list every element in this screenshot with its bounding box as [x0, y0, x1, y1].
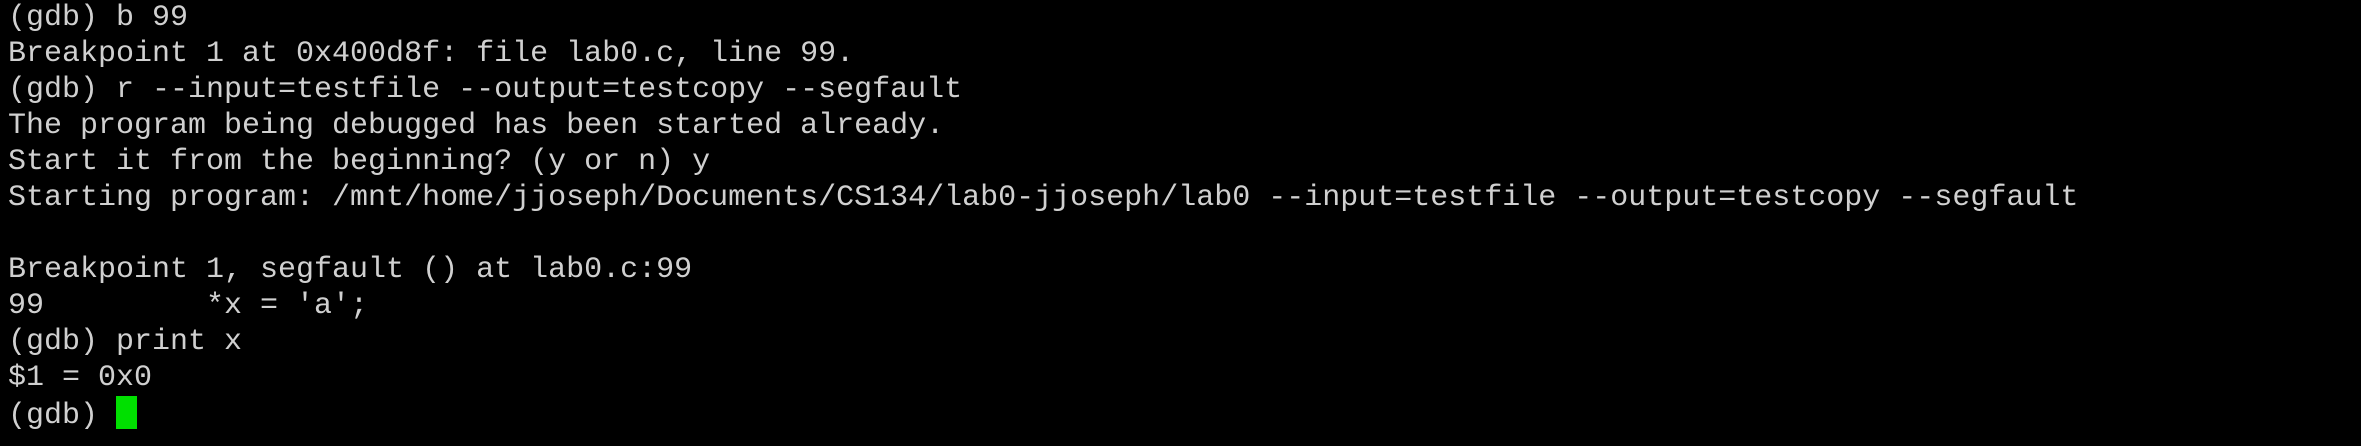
command-prompt-line[interactable]: (gdb) — [8, 396, 2361, 433]
terminal-line: Breakpoint 1, segfault () at lab0.c:99 — [8, 253, 693, 287]
terminal-line: (gdb) print x — [8, 325, 243, 359]
text-cursor[interactable] — [116, 396, 138, 429]
terminal-line: Starting program: /mnt/home/jjoseph/Docu… — [8, 181, 2079, 215]
terminal-line: 99 *x = 'a'; — [8, 289, 369, 323]
terminal-line: $1 = 0x0 — [8, 361, 153, 395]
terminal-line: (gdb) b 99 — [8, 1, 189, 35]
terminal-window[interactable]: (gdb) b 99 Breakpoint 1 at 0x400d8f: fil… — [0, 0, 2361, 446]
terminal-line: Start it from the beginning? (y or n) y — [8, 145, 711, 179]
gdb-prompt: (gdb) — [8, 399, 117, 433]
terminal-line: (gdb) r --input=testfile --output=testco… — [8, 73, 963, 107]
terminal-line: The program being debugged has been star… — [8, 109, 945, 143]
terminal-line: Breakpoint 1 at 0x400d8f: file lab0.c, l… — [8, 37, 855, 71]
